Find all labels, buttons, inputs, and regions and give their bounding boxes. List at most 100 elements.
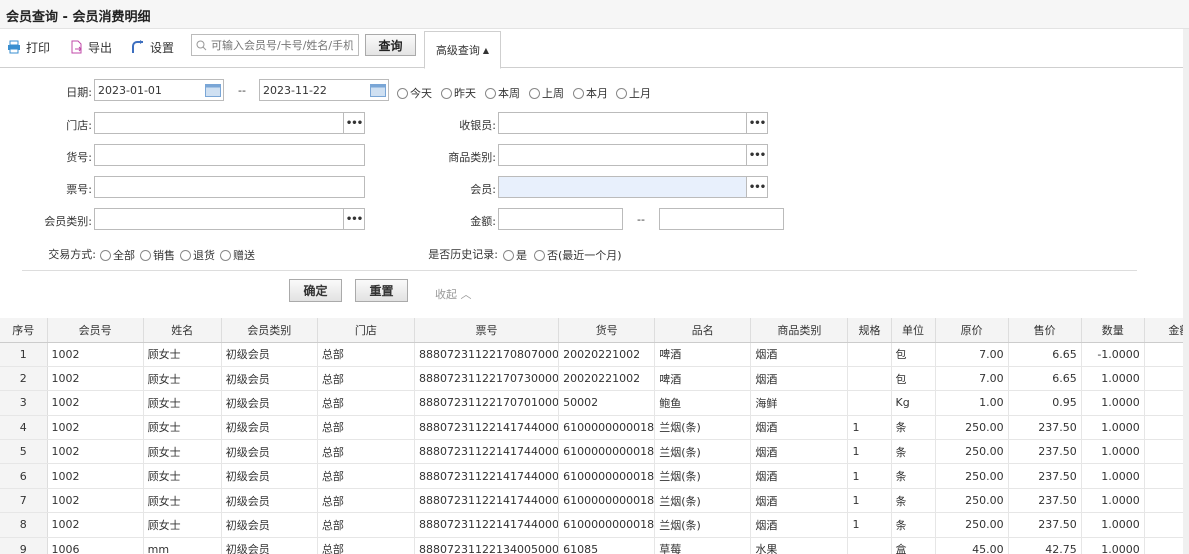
table-cell: 初级会员 — [221, 366, 318, 392]
radio-history-no[interactable]: 否(最近一个月) — [534, 247, 622, 263]
member-label: 会员: — [470, 183, 496, 196]
store-field[interactable] — [94, 112, 344, 134]
ticket-field[interactable] — [94, 176, 365, 198]
table-row[interactable]: 8 1002 顾女士 初级会员 总部 888072311221417440004 61000… — [0, 512, 1189, 538]
radio-label: 本周 — [498, 87, 520, 100]
table-cell: 初级会员 — [221, 415, 318, 441]
table-cell: 6100000000018 — [558, 463, 656, 489]
radio-last-week[interactable]: 上周 — [529, 85, 564, 101]
table-cell: 1 — [0, 342, 48, 367]
column-header[interactable]: 会员号 — [47, 318, 144, 343]
table-cell: 初级会员 — [221, 463, 318, 489]
column-header[interactable]: 规格 — [847, 318, 892, 343]
table-cell: 6100000000018 — [558, 512, 656, 538]
calendar-icon[interactable] — [205, 83, 221, 97]
member-picker-button[interactable]: ••• — [746, 176, 768, 198]
table-cell: 啤酒 — [654, 366, 752, 392]
search-box[interactable] — [191, 34, 359, 56]
table-cell: 总部 — [317, 537, 415, 554]
table-row[interactable]: 7 1002 顾女士 初级会员 总部 888072311221417440004 61000… — [0, 488, 1189, 514]
table-cell: 总部 — [317, 439, 415, 465]
column-header[interactable]: 原价 — [935, 318, 1009, 343]
category-picker-button[interactable]: ••• — [746, 144, 768, 166]
table-cell: 888072311221417440004 — [414, 512, 560, 538]
member-type-field[interactable] — [94, 208, 344, 230]
reset-button[interactable]: 重置 — [355, 279, 408, 302]
collapse-link[interactable]: 收起 ︿ — [435, 286, 472, 302]
radio-today[interactable]: 今天 — [397, 85, 432, 101]
table-cell: 条 — [891, 415, 936, 441]
radio-trade-return[interactable]: 退货 — [180, 247, 215, 263]
table-cell: 1002 — [47, 342, 144, 367]
radio-trade-all[interactable]: 全部 — [100, 247, 135, 263]
radio-label: 销售 — [153, 249, 175, 262]
table-cell: 888072311221417440004 — [414, 415, 560, 441]
table-cell: mm — [143, 537, 222, 554]
query-button[interactable]: 查询 — [365, 34, 416, 56]
radio-last-month[interactable]: 上月 — [616, 85, 651, 101]
column-header[interactable]: 商品类别 — [750, 318, 849, 343]
item-no-field[interactable] — [94, 144, 365, 166]
table-cell: 237.50 — [1008, 512, 1082, 538]
confirm-button[interactable]: 确定 — [289, 279, 342, 302]
print-button[interactable]: 打印 — [7, 38, 50, 56]
radio-this-month[interactable]: 本月 — [573, 85, 608, 101]
radio-trade-gift[interactable]: 赠送 — [220, 247, 255, 263]
table-cell: 顾女士 — [143, 415, 222, 441]
column-header[interactable]: 票号 — [414, 318, 560, 343]
category-field[interactable] — [498, 144, 747, 166]
column-header[interactable]: 品名 — [654, 318, 752, 343]
column-header[interactable]: 单位 — [891, 318, 936, 343]
column-header[interactable]: 门店 — [317, 318, 415, 343]
table-cell: Kg — [891, 390, 936, 416]
radio-this-week[interactable]: 本周 — [485, 85, 520, 101]
settings-button[interactable]: 设置 — [131, 38, 174, 56]
column-header[interactable]: 会员类别 — [221, 318, 318, 343]
table-cell: 烟酒 — [750, 488, 849, 514]
tab-advanced-query[interactable]: 高级查询 ▲ — [424, 31, 501, 69]
cashier-picker-button[interactable]: ••• — [746, 112, 768, 134]
date-to-value: 2023-11-22 — [263, 83, 327, 97]
table-cell: 888072311221707300006 — [414, 366, 560, 392]
table-cell: -1.0000 — [1081, 342, 1145, 367]
member-type-picker-button[interactable]: ••• — [343, 208, 365, 230]
calendar-icon[interactable] — [370, 83, 386, 97]
table-cell: 1.0000 — [1081, 488, 1145, 514]
amount-max-field[interactable] — [659, 208, 784, 230]
date-from-field[interactable]: 2023-01-01 — [94, 79, 224, 101]
cashier-field[interactable] — [498, 112, 747, 134]
collapse-label: 收起 — [435, 288, 457, 301]
table-row[interactable]: 4 1002 顾女士 初级会员 总部 888072311221417440004 61000… — [0, 415, 1189, 441]
table-cell: 7 — [0, 488, 48, 514]
table-row[interactable]: 1 1002 顾女士 初级会员 总部 888072311221708070007 20020… — [0, 342, 1189, 367]
table-cell — [847, 366, 892, 392]
radio-label: 否(最近一个月) — [547, 249, 622, 262]
table-row[interactable]: 3 1002 顾女士 初级会员 总部 888072311221707010005 50002… — [0, 390, 1189, 416]
table-cell: 1.0000 — [1081, 390, 1145, 416]
table-row[interactable]: 6 1002 顾女士 初级会员 总部 888072311221417440004 61000… — [0, 463, 1189, 489]
table-cell: 初级会员 — [221, 439, 318, 465]
printer-icon — [8, 40, 20, 54]
table-cell: 6 — [0, 463, 48, 489]
member-field[interactable] — [498, 176, 747, 198]
radio-history-yes[interactable]: 是 — [503, 247, 527, 263]
store-picker-button[interactable]: ••• — [343, 112, 365, 134]
column-header[interactable]: 售价 — [1008, 318, 1082, 343]
table-cell: 总部 — [317, 488, 415, 514]
column-header[interactable]: 货号 — [558, 318, 656, 343]
export-button[interactable]: 导出 — [69, 38, 112, 56]
column-header[interactable]: 姓名 — [143, 318, 222, 343]
table-row[interactable]: 5 1002 顾女士 初级会员 总部 888072311221417440004 61000… — [0, 439, 1189, 465]
column-header[interactable]: 数量 — [1081, 318, 1145, 343]
radio-yesterday[interactable]: 昨天 — [441, 85, 476, 101]
table-row[interactable]: 2 1002 顾女士 初级会员 总部 888072311221707300006 20020… — [0, 366, 1189, 392]
date-to-field[interactable]: 2023-11-22 — [259, 79, 389, 101]
column-header[interactable]: 序号 — [0, 318, 48, 343]
table-row[interactable]: 9 1006 mm 初级会员 总部 888072311221340050003 61085 草… — [0, 537, 1189, 554]
scrollbar[interactable] — [1183, 29, 1189, 554]
amount-min-field[interactable] — [498, 208, 623, 230]
table-cell: 1002 — [47, 390, 144, 416]
history-label: 是否历史记录: — [428, 248, 498, 261]
radio-trade-sale[interactable]: 销售 — [140, 247, 175, 263]
search-input[interactable] — [211, 38, 353, 52]
